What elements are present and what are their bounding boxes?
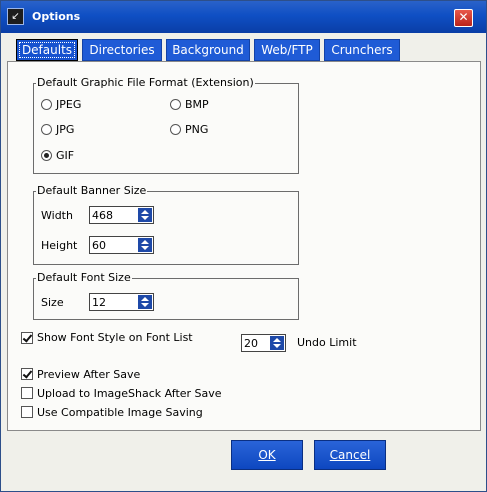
cancel-button[interactable]: Cancel [314, 440, 386, 470]
spin-arrows-icon[interactable] [138, 238, 152, 252]
undo-limit-label: Undo Limit [297, 336, 357, 349]
tab-defaults-label: Defaults [18, 42, 76, 58]
close-button[interactable]: ✕ [454, 9, 473, 27]
app-icon: ↙ [7, 8, 24, 25]
preview-after-save-checkbox[interactable] [21, 368, 33, 380]
font-size-title: Default Font Size [36, 271, 132, 284]
upload-imageshack-label: Upload to ImageShack After Save [37, 387, 222, 400]
size-spinner[interactable]: 12 [89, 293, 154, 311]
preview-after-save-label: Preview After Save [37, 368, 141, 381]
upload-imageshack-checkbox[interactable] [21, 387, 33, 399]
radio-png[interactable] [170, 124, 181, 135]
tab-defaults[interactable]: Defaults [16, 39, 78, 61]
graphic-format-group: Default Graphic File Format (Extension) … [33, 76, 299, 174]
height-spinner[interactable]: 60 [89, 236, 154, 254]
tab-web-ftp[interactable]: Web/FTP [254, 39, 320, 61]
show-font-style-label: Show Font Style on Font List [37, 331, 193, 344]
banner-size-group: Default Banner Size Width 468 Height 60 [33, 184, 299, 265]
height-value: 60 [92, 239, 106, 252]
radio-gif-label: GIF [56, 149, 75, 162]
radio-png-label: PNG [185, 123, 209, 136]
size-value: 12 [92, 296, 106, 309]
radio-jpg-label: JPG [56, 123, 75, 136]
spin-arrows-icon[interactable] [138, 295, 152, 309]
width-spinner[interactable]: 468 [89, 206, 154, 224]
banner-size-title: Default Banner Size [36, 184, 148, 197]
ok-button-label: OK [258, 448, 276, 462]
window-title: Options [32, 10, 81, 23]
height-label: Height [41, 239, 78, 252]
undo-limit-value: 20 [244, 337, 258, 350]
tab-directories[interactable]: Directories [82, 39, 162, 61]
radio-bmp[interactable] [170, 99, 181, 110]
show-font-style-checkbox[interactable] [21, 332, 33, 344]
defaults-panel: Default Graphic File Format (Extension) … [7, 61, 481, 431]
ok-button[interactable]: OK [231, 440, 303, 470]
spin-arrows-icon[interactable] [270, 336, 284, 350]
radio-jpg[interactable] [41, 124, 52, 135]
undo-limit-spinner[interactable]: 20 [241, 334, 286, 352]
graphic-format-title: Default Graphic File Format (Extension) [36, 76, 255, 89]
size-label: Size [41, 296, 64, 309]
width-label: Width [41, 209, 73, 222]
spin-arrows-icon[interactable] [138, 208, 152, 222]
cancel-button-label: Cancel [329, 448, 371, 462]
radio-gif[interactable] [41, 150, 52, 161]
close-icon: ✕ [458, 10, 469, 24]
radio-jpeg[interactable] [41, 99, 52, 110]
radio-jpeg-label: JPEG [56, 98, 82, 111]
compatible-saving-checkbox[interactable] [21, 406, 33, 418]
width-value: 468 [92, 209, 113, 222]
font-size-group: Default Font Size Size 12 [33, 271, 299, 320]
radio-bmp-label: BMP [185, 98, 209, 111]
options-dialog: ↙ Options ✕ Defaults Directories Backgro… [0, 0, 487, 492]
tab-crunchers[interactable]: Crunchers [324, 39, 400, 61]
compatible-saving-label: Use Compatible Image Saving [37, 406, 203, 419]
title-bar[interactable]: ↙ Options ✕ [1, 1, 486, 33]
tab-background[interactable]: Background [166, 39, 250, 61]
